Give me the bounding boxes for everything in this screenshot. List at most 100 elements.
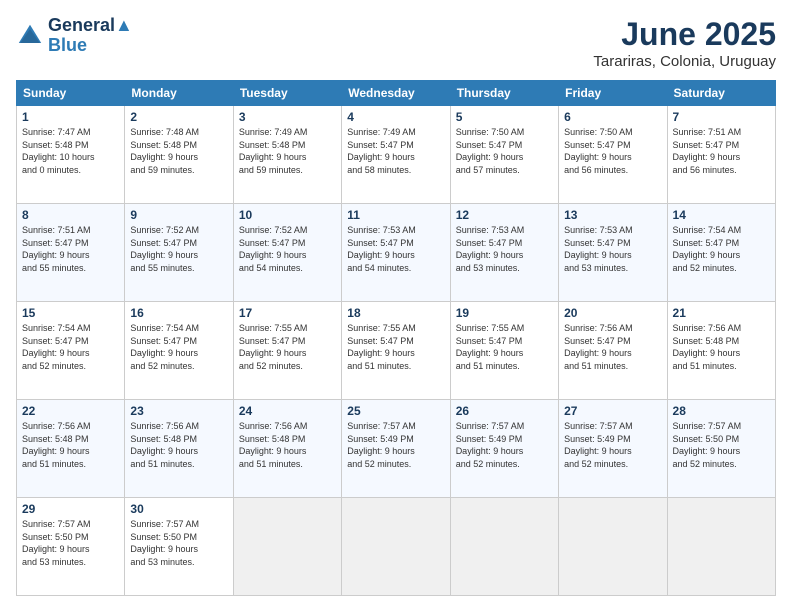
day-number: 12 — [456, 208, 553, 222]
day-info: Sunrise: 7:56 AMSunset: 5:48 PMDaylight:… — [673, 322, 770, 372]
calendar-week-row: 29 Sunrise: 7:57 AMSunset: 5:50 PMDayligh… — [17, 498, 776, 596]
day-info: Sunrise: 7:51 AMSunset: 5:47 PMDaylight:… — [673, 126, 770, 176]
day-info: Sunrise: 7:56 AMSunset: 5:47 PMDaylight:… — [564, 322, 661, 372]
day-info: Sunrise: 7:56 AMSunset: 5:48 PMDaylight:… — [130, 420, 227, 470]
calendar-day-cell: 30 Sunrise: 7:57 AMSunset: 5:50 PMDayligh… — [125, 498, 233, 596]
day-info: Sunrise: 7:54 AMSunset: 5:47 PMDaylight:… — [673, 224, 770, 274]
day-number: 3 — [239, 110, 336, 124]
day-number: 19 — [456, 306, 553, 320]
day-info: Sunrise: 7:52 AMSunset: 5:47 PMDaylight:… — [239, 224, 336, 274]
day-info: Sunrise: 7:54 AMSunset: 5:47 PMDaylight:… — [130, 322, 227, 372]
day-number: 6 — [564, 110, 661, 124]
day-info: Sunrise: 7:49 AMSunset: 5:48 PMDaylight:… — [239, 126, 336, 176]
title-block: June 2025 Tarariras, Colonia, Uruguay — [593, 16, 776, 70]
calendar-day-cell — [667, 498, 775, 596]
day-info: Sunrise: 7:57 AMSunset: 5:49 PMDaylight:… — [456, 420, 553, 470]
day-number: 27 — [564, 404, 661, 418]
day-number: 29 — [22, 502, 119, 516]
day-info: Sunrise: 7:55 AMSunset: 5:47 PMDaylight:… — [347, 322, 444, 372]
calendar-day-cell: 7 Sunrise: 7:51 AMSunset: 5:47 PMDaylight… — [667, 106, 775, 204]
day-info: Sunrise: 7:55 AMSunset: 5:47 PMDaylight:… — [456, 322, 553, 372]
day-info: Sunrise: 7:48 AMSunset: 5:48 PMDaylight:… — [130, 126, 227, 176]
day-info: Sunrise: 7:53 AMSunset: 5:47 PMDaylight:… — [456, 224, 553, 274]
day-number: 30 — [130, 502, 227, 516]
calendar-day-cell — [342, 498, 450, 596]
day-number: 9 — [130, 208, 227, 222]
day-info: Sunrise: 7:56 AMSunset: 5:48 PMDaylight:… — [239, 420, 336, 470]
day-info: Sunrise: 7:54 AMSunset: 5:47 PMDaylight:… — [22, 322, 119, 372]
day-info: Sunrise: 7:51 AMSunset: 5:47 PMDaylight:… — [22, 224, 119, 274]
calendar-header-cell: Tuesday — [233, 81, 341, 106]
day-info: Sunrise: 7:57 AMSunset: 5:49 PMDaylight:… — [564, 420, 661, 470]
day-info: Sunrise: 7:53 AMSunset: 5:47 PMDaylight:… — [564, 224, 661, 274]
day-info: Sunrise: 7:50 AMSunset: 5:47 PMDaylight:… — [564, 126, 661, 176]
day-info: Sunrise: 7:57 AMSunset: 5:50 PMDaylight:… — [22, 518, 119, 568]
day-number: 14 — [673, 208, 770, 222]
calendar-day-cell: 23 Sunrise: 7:56 AMSunset: 5:48 PMDayligh… — [125, 400, 233, 498]
calendar-day-cell: 16 Sunrise: 7:54 AMSunset: 5:47 PMDayligh… — [125, 302, 233, 400]
day-number: 15 — [22, 306, 119, 320]
calendar-day-cell: 6 Sunrise: 7:50 AMSunset: 5:47 PMDaylight… — [559, 106, 667, 204]
calendar-day-cell: 26 Sunrise: 7:57 AMSunset: 5:49 PMDayligh… — [450, 400, 558, 498]
day-info: Sunrise: 7:52 AMSunset: 5:47 PMDaylight:… — [130, 224, 227, 274]
day-number: 25 — [347, 404, 444, 418]
calendar-day-cell: 11 Sunrise: 7:53 AMSunset: 5:47 PMDayligh… — [342, 204, 450, 302]
day-number: 24 — [239, 404, 336, 418]
calendar-day-cell: 9 Sunrise: 7:52 AMSunset: 5:47 PMDaylight… — [125, 204, 233, 302]
day-number: 26 — [456, 404, 553, 418]
calendar-week-row: 1Sunrise: 7:47 AMSunset: 5:48 PMDaylight… — [17, 106, 776, 204]
day-number: 18 — [347, 306, 444, 320]
day-number: 1 — [22, 110, 119, 124]
calendar-week-row: 15 Sunrise: 7:54 AMSunset: 5:47 PMDayligh… — [17, 302, 776, 400]
day-number: 7 — [673, 110, 770, 124]
calendar-day-cell: 27 Sunrise: 7:57 AMSunset: 5:49 PMDayligh… — [559, 400, 667, 498]
calendar-day-cell: 22Sunrise: 7:56 AMSunset: 5:48 PMDayligh… — [17, 400, 125, 498]
day-number: 16 — [130, 306, 227, 320]
calendar-header-cell: Thursday — [450, 81, 558, 106]
day-info: Sunrise: 7:57 AMSunset: 5:50 PMDaylight:… — [130, 518, 227, 568]
calendar-day-cell: 29 Sunrise: 7:57 AMSunset: 5:50 PMDayligh… — [17, 498, 125, 596]
day-info: Sunrise: 7:57 AMSunset: 5:49 PMDaylight:… — [347, 420, 444, 470]
logo-icon — [16, 22, 44, 50]
calendar-header-row: SundayMondayTuesdayWednesdayThursdayFrid… — [17, 81, 776, 106]
calendar-day-cell: 19 Sunrise: 7:55 AMSunset: 5:47 PMDayligh… — [450, 302, 558, 400]
day-info: Sunrise: 7:53 AMSunset: 5:47 PMDaylight:… — [347, 224, 444, 274]
calendar-subtitle: Tarariras, Colonia, Uruguay — [593, 53, 776, 70]
calendar-day-cell: 20 Sunrise: 7:56 AMSunset: 5:47 PMDayligh… — [559, 302, 667, 400]
calendar-day-cell: 28Sunrise: 7:57 AMSunset: 5:50 PMDayligh… — [667, 400, 775, 498]
calendar-day-cell: 15 Sunrise: 7:54 AMSunset: 5:47 PMDayligh… — [17, 302, 125, 400]
calendar-week-row: 8Sunrise: 7:51 AMSunset: 5:47 PMDaylight… — [17, 204, 776, 302]
day-number: 28 — [673, 404, 770, 418]
calendar-day-cell: 18 Sunrise: 7:55 AMSunset: 5:47 PMDayligh… — [342, 302, 450, 400]
day-info: Sunrise: 7:49 AMSunset: 5:47 PMDaylight:… — [347, 126, 444, 176]
day-number: 17 — [239, 306, 336, 320]
day-number: 4 — [347, 110, 444, 124]
calendar-day-cell: 25 Sunrise: 7:57 AMSunset: 5:49 PMDayligh… — [342, 400, 450, 498]
calendar-day-cell: 4 Sunrise: 7:49 AMSunset: 5:47 PMDaylight… — [342, 106, 450, 204]
calendar-day-cell: 1Sunrise: 7:47 AMSunset: 5:48 PMDaylight… — [17, 106, 125, 204]
calendar-day-cell: 2 Sunrise: 7:48 AMSunset: 5:48 PMDaylight… — [125, 106, 233, 204]
day-info: Sunrise: 7:56 AMSunset: 5:48 PMDaylight:… — [22, 420, 119, 470]
day-number: 10 — [239, 208, 336, 222]
calendar-day-cell: 3 Sunrise: 7:49 AMSunset: 5:48 PMDaylight… — [233, 106, 341, 204]
day-number: 2 — [130, 110, 227, 124]
calendar-header-cell: Wednesday — [342, 81, 450, 106]
calendar-header-cell: Saturday — [667, 81, 775, 106]
calendar-day-cell — [559, 498, 667, 596]
calendar-day-cell: 13Sunrise: 7:53 AMSunset: 5:47 PMDayligh… — [559, 204, 667, 302]
day-number: 11 — [347, 208, 444, 222]
calendar-title: June 2025 — [593, 16, 776, 53]
day-info: Sunrise: 7:50 AMSunset: 5:47 PMDaylight:… — [456, 126, 553, 176]
day-number: 23 — [130, 404, 227, 418]
calendar-day-cell: 21 Sunrise: 7:56 AMSunset: 5:48 PMDayligh… — [667, 302, 775, 400]
calendar-day-cell: 12 Sunrise: 7:53 AMSunset: 5:47 PMDayligh… — [450, 204, 558, 302]
day-number: 20 — [564, 306, 661, 320]
calendar-day-cell: 14 Sunrise: 7:54 AMSunset: 5:47 PMDayligh… — [667, 204, 775, 302]
calendar-header-cell: Friday — [559, 81, 667, 106]
calendar-header-cell: Sunday — [17, 81, 125, 106]
logo: General▲ Blue — [16, 16, 133, 56]
calendar-day-cell: 5Sunrise: 7:50 AMSunset: 5:47 PMDaylight… — [450, 106, 558, 204]
calendar-day-cell — [450, 498, 558, 596]
day-number: 21 — [673, 306, 770, 320]
calendar-day-cell: 8Sunrise: 7:51 AMSunset: 5:47 PMDaylight… — [17, 204, 125, 302]
